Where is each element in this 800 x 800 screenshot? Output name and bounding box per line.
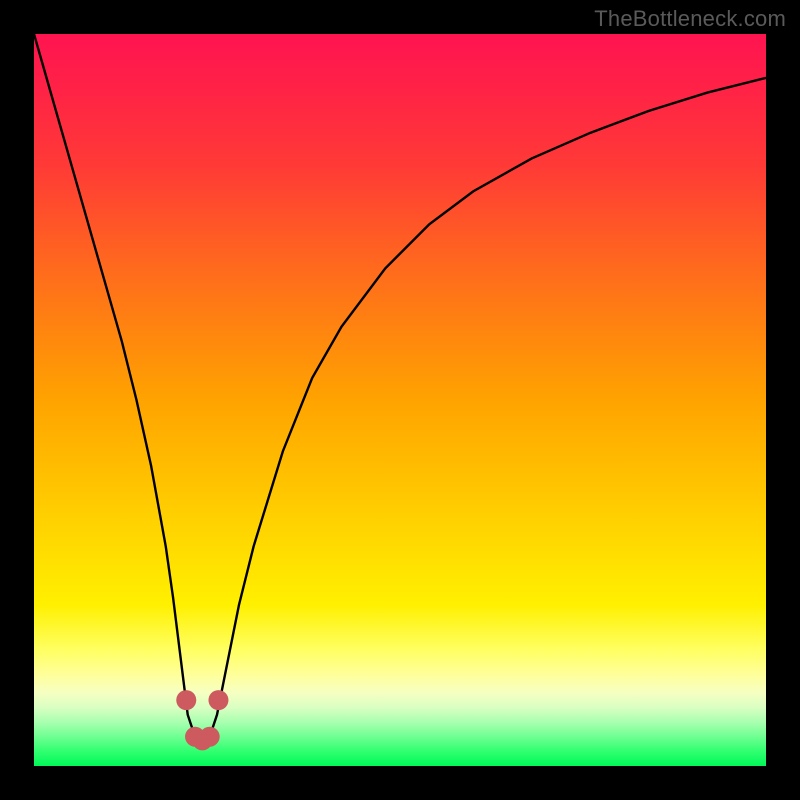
shoulder-marker-left: [176, 690, 196, 710]
watermark-text: TheBottleneck.com: [594, 6, 786, 32]
chart-frame: TheBottleneck.com: [0, 0, 800, 800]
plot-area: [34, 34, 766, 766]
minimum-markers: [176, 690, 228, 750]
min-marker-right: [200, 727, 220, 747]
curve-layer: [34, 34, 766, 766]
bottleneck-curve: [34, 34, 766, 740]
shoulder-marker-right: [208, 690, 228, 710]
